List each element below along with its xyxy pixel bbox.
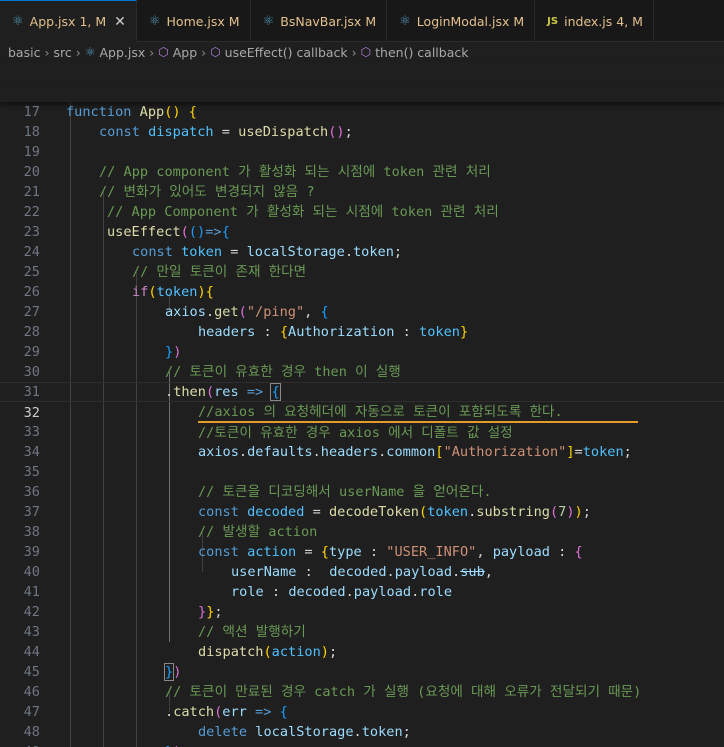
tab-label: LoginModal.jsx xyxy=(416,13,510,29)
tab-status: M xyxy=(228,13,240,29)
code-line[interactable]: 49 xyxy=(0,722,724,747)
tab-loginmodal-jsx[interactable]: ⚛ LoginModal.jsx M xyxy=(387,0,536,42)
code-text: const dispatch = useDispatch(); xyxy=(99,124,353,140)
code-line[interactable]: 26 axios.get("/ping", { xyxy=(0,262,724,320)
chevron-right-icon: › xyxy=(149,44,155,60)
breadcrumb-item-app[interactable]: App xyxy=(173,45,197,60)
cube-icon: ⬡ xyxy=(360,45,372,59)
js-icon: JS xyxy=(547,15,559,27)
tab-bsnavbar-jsx[interactable]: ⚛ BsNavBar.jsx M xyxy=(251,0,388,42)
code-line[interactable]: 40 role : decoded.payload.role xyxy=(0,542,724,600)
code-line[interactable]: 29 // 토큰이 유효한 경우 then 이 실행 xyxy=(0,322,724,380)
code-line[interactable]: 33 axios.defaults.headers.common["Author… xyxy=(0,402,724,460)
code-line[interactable]: 25 if(token){ xyxy=(0,242,724,300)
line-number: 49 xyxy=(0,742,40,747)
code-line[interactable]: 35 // 토큰을 디코딩해서 userName 을 얻어온다. xyxy=(0,442,724,500)
code-line[interactable]: 21 // App Component 가 활성화 되는 시점에 token 관… xyxy=(0,162,724,220)
code-line[interactable]: 12 function App() { xyxy=(0,62,724,120)
code-line[interactable]: 27 headers : {Authorization : token} xyxy=(0,282,724,340)
code-line[interactable]: 24 // 만일 토큰이 존재 한다면 xyxy=(0,222,724,280)
tab-status: M xyxy=(513,13,525,29)
breadcrumb-item-then[interactable]: then() callback xyxy=(375,45,468,60)
code-line[interactable]: 36 const decoded = decodeToken(token.sub… xyxy=(0,462,724,520)
react-icon: ⚛ xyxy=(399,13,411,29)
react-icon: ⚛ xyxy=(12,14,24,29)
close-icon[interactable]: ✕ xyxy=(114,14,126,30)
breadcrumb-item-src[interactable]: src xyxy=(53,45,71,60)
code-line[interactable]: 30 .then(res => { xyxy=(0,342,724,401)
chevron-right-icon: › xyxy=(351,44,357,60)
react-icon: ⚛ xyxy=(148,13,161,29)
line-number: 17 xyxy=(23,104,40,120)
breadcrumb-item-useeffect[interactable]: useEffect() callback xyxy=(225,45,348,60)
breadcrumb-item-basic[interactable]: basic xyxy=(8,45,40,60)
code-line[interactable]: 48 }); xyxy=(0,702,724,747)
code-line[interactable]: 43 dispatch(action); xyxy=(0,602,724,660)
code-line[interactable]: 41 }}; xyxy=(0,562,724,620)
tab-app-jsx[interactable]: ⚛ App.jsx 1, M ✕ xyxy=(0,0,137,42)
code-line[interactable]: 44 }) xyxy=(0,622,724,681)
tab-label: index.js xyxy=(564,13,613,29)
tab-index-js[interactable]: JS index.js 4, M xyxy=(535,0,654,42)
code-line[interactable]: 34 xyxy=(0,422,724,460)
code-line[interactable]: 22 useEffect(()=>{ xyxy=(0,182,724,240)
code-line-current[interactable]: 32 //토큰이 유효한 경우 axios 에서 디폴트 값 설정 xyxy=(0,382,724,441)
code-line[interactable]: 39 userName : decoded.payload.sub, xyxy=(0,522,724,580)
tab-label: Home.jsx xyxy=(166,13,225,29)
code-line[interactable]: 23 const token = localStorage.token; xyxy=(0,202,724,260)
chevron-right-icon: › xyxy=(75,44,81,60)
react-icon: ⚛ xyxy=(84,45,96,59)
cube-icon: ⬡ xyxy=(158,45,169,59)
editor-tab-bar: ⚛ App.jsx 1, M ✕ ⚛ Home.jsx M ⚛ BsNavBar… xyxy=(0,0,724,42)
code-line[interactable]: 37 // 발생할 action xyxy=(0,482,724,540)
react-icon: ⚛ xyxy=(262,13,275,29)
tab-status: 4, M xyxy=(616,13,643,29)
code-line[interactable]: 46 .catch(err => { xyxy=(0,662,724,720)
cube-icon: ⬡ xyxy=(210,45,221,59)
code-line[interactable]: 42 // 액션 발행하기 xyxy=(0,582,724,640)
tab-status: M xyxy=(365,13,377,29)
code-line[interactable]: 28 }) xyxy=(0,302,724,360)
breadcrumb: basic › src › ⚛ App.jsx › ⬡ App › ⬡ useE… xyxy=(0,42,724,62)
code-editor[interactable]: 12 function App() { 17 const dispatch = … xyxy=(0,62,724,747)
code-line[interactable]: 17 const dispatch = useDispatch(); xyxy=(0,82,724,140)
chevron-right-icon: › xyxy=(201,44,207,60)
code-line[interactable]: 20 // 변화가 있어도 변경되지 않음 ? xyxy=(0,142,724,200)
tab-status: 1, M xyxy=(79,14,107,29)
breadcrumb-item-file[interactable]: App.jsx xyxy=(99,45,145,60)
code-text: function App() { xyxy=(66,104,197,120)
tab-home-jsx[interactable]: ⚛ Home.jsx M xyxy=(137,0,251,42)
tab-label: BsNavBar.jsx xyxy=(280,13,362,29)
code-line[interactable]: 45 // 토큰이 만료된 경우 catch 가 실행 (요청에 대해 오류가 … xyxy=(0,642,724,700)
code-line[interactable]: 31 //axios 의 요청헤더에 자동으로 토큰이 포함되도록 한다. xyxy=(0,362,724,420)
code-text: }); xyxy=(165,742,190,747)
code-line[interactable]: 38 const action = {type : "USER_INFO", p… xyxy=(0,502,724,560)
code-line[interactable]: 47 delete localStorage.token; xyxy=(0,682,724,740)
chevron-right-icon: › xyxy=(44,44,50,60)
tab-label: App.jsx xyxy=(29,14,76,29)
